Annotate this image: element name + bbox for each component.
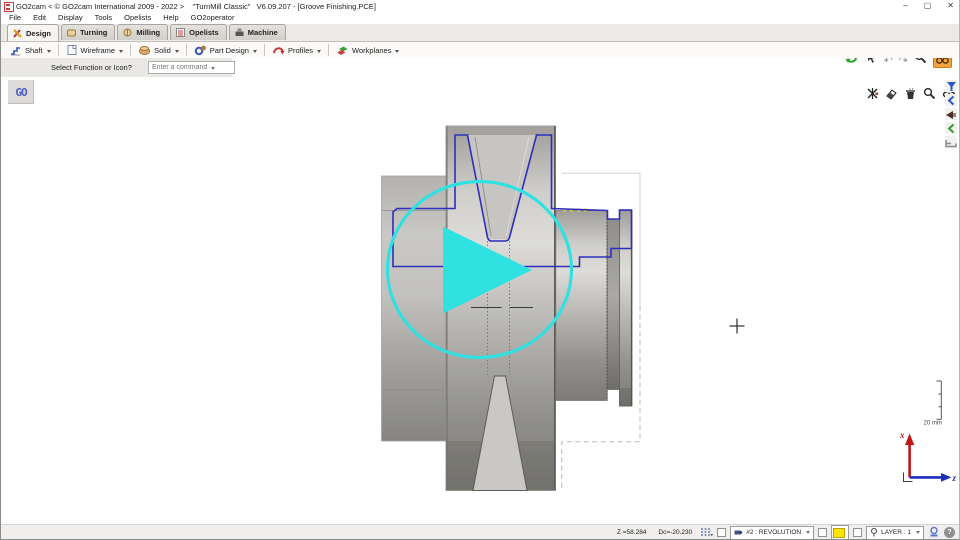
wireframe-icon: [66, 44, 78, 56]
menu-tools[interactable]: Tools: [89, 12, 119, 24]
axis-x-label: x: [899, 430, 905, 440]
play-button-overlay[interactable]: [388, 182, 572, 358]
close-button[interactable]: ✕: [947, 0, 954, 12]
menu-bar: File Edit Display Tools Opelists Help GO…: [0, 12, 960, 24]
command-prompt-label: Select Function or Icon?: [51, 63, 132, 72]
part-profile-line: [393, 135, 632, 267]
maximize-button[interactable]: ▢: [924, 0, 932, 12]
window-frame: [0, 0, 960, 540]
v-groove-bottom: [473, 376, 527, 491]
machine-tab-icon: [234, 27, 245, 38]
tab-row: Design Turning Milling Opelists Machine: [0, 24, 960, 42]
revolution-selector[interactable]: #2 : REVOLUTION: [730, 526, 814, 540]
scale-ruler: 20 mm: [924, 381, 942, 427]
profiles-button[interactable]: Profiles: [268, 43, 325, 57]
tray-icon[interactable]: [945, 136, 957, 148]
filter-icon[interactable]: [945, 80, 957, 92]
stock-block: [382, 176, 447, 441]
menu-file[interactable]: File: [3, 12, 27, 24]
dc-coordinate-readout: Dc=-20.230: [654, 529, 696, 536]
layer-checkbox[interactable]: [853, 528, 862, 537]
help-button[interactable]: ?: [944, 527, 955, 538]
window-title: GO2cam < © GO2cam International 2009 - 2…: [16, 2, 376, 11]
title-bar: GO2cam < © GO2cam International 2009 - 2…: [0, 0, 960, 12]
workplanes-button[interactable]: Workplanes: [332, 43, 403, 57]
play-icon: [443, 227, 532, 314]
profiles-icon: [272, 44, 285, 56]
tab-machine[interactable]: Machine: [229, 24, 286, 40]
current-color-swatch[interactable]: [831, 525, 849, 540]
z-coordinate-readout: Z =58.284: [613, 529, 650, 536]
eraser-icon[interactable]: [885, 87, 898, 105]
solid-button[interactable]: Solid: [134, 43, 183, 57]
shaft-button[interactable]: Shaft: [6, 43, 55, 57]
v-groove-top: [468, 135, 536, 239]
opelists-tab-icon: [175, 27, 186, 38]
collapse-green-icon[interactable]: [945, 122, 957, 134]
shaft-icon: [10, 44, 22, 56]
right-tool-strip: [944, 80, 958, 148]
crosshair-cursor: [730, 319, 745, 334]
axis-z-label: z: [952, 473, 957, 483]
tab-turning[interactable]: Turning: [61, 24, 115, 40]
toolbar: Shaft Wireframe Solid Part Design Profil…: [0, 42, 960, 58]
command-bar: Select Function or Icon?: [1, 58, 232, 77]
right-shaft-sections: [556, 211, 632, 407]
layer-icon: [870, 528, 878, 537]
menu-opelists[interactable]: Opelists: [118, 12, 157, 24]
revolution-checkbox[interactable]: [717, 528, 726, 537]
viewport-canvas[interactable]: 20 mm x z: [0, 0, 960, 540]
yellow-color-chip: [833, 528, 845, 538]
tab-milling[interactable]: Milling: [117, 24, 168, 40]
milling-tab-icon: [122, 27, 133, 38]
menu-go2operator[interactable]: GO2operator: [185, 12, 241, 24]
pulley-body: [446, 126, 556, 491]
status-bar: Z =58.284 Dc=-20.230 #2 : REVOLUTION LAY…: [0, 524, 960, 540]
announce-horn-icon[interactable]: [945, 108, 957, 120]
grid-snap-icon[interactable]: [700, 527, 713, 539]
axis-indicator: x z: [899, 430, 957, 483]
wireframe-button[interactable]: Wireframe: [62, 43, 128, 57]
tab-design[interactable]: Design: [7, 24, 59, 41]
menu-help[interactable]: Help: [157, 12, 184, 24]
stock-outline: [562, 173, 640, 490]
collapse-blue-icon[interactable]: [945, 94, 957, 106]
layer-selector[interactable]: LAYER : 1: [866, 526, 924, 540]
minimize-button[interactable]: –: [903, 0, 907, 12]
part-design-button[interactable]: Part Design: [190, 43, 261, 57]
machining-points: [563, 209, 587, 267]
workplanes-icon: [336, 44, 349, 56]
part-design-icon: [194, 44, 207, 56]
clean-screen-icon[interactable]: [904, 87, 917, 105]
scale-label: 20 mm: [924, 421, 942, 427]
color-checkbox[interactable]: [818, 528, 827, 537]
app-icon: [4, 2, 14, 12]
stamp-tool-icon[interactable]: [928, 526, 940, 540]
solid-icon: [138, 44, 151, 56]
revolution-icon: [734, 528, 743, 537]
delete-elements-icon[interactable]: [866, 87, 879, 105]
tab-opelists[interactable]: Opelists: [170, 24, 227, 40]
zoom-window-icon[interactable]: [923, 87, 936, 105]
menu-edit[interactable]: Edit: [27, 12, 52, 24]
menu-display[interactable]: Display: [52, 12, 89, 24]
turning-tab-icon: [66, 27, 77, 38]
design-tab-icon: [12, 28, 23, 39]
command-input[interactable]: [148, 61, 235, 74]
go2cam-logo: GO: [8, 80, 34, 104]
command-dropdown-caret[interactable]: [211, 67, 215, 70]
